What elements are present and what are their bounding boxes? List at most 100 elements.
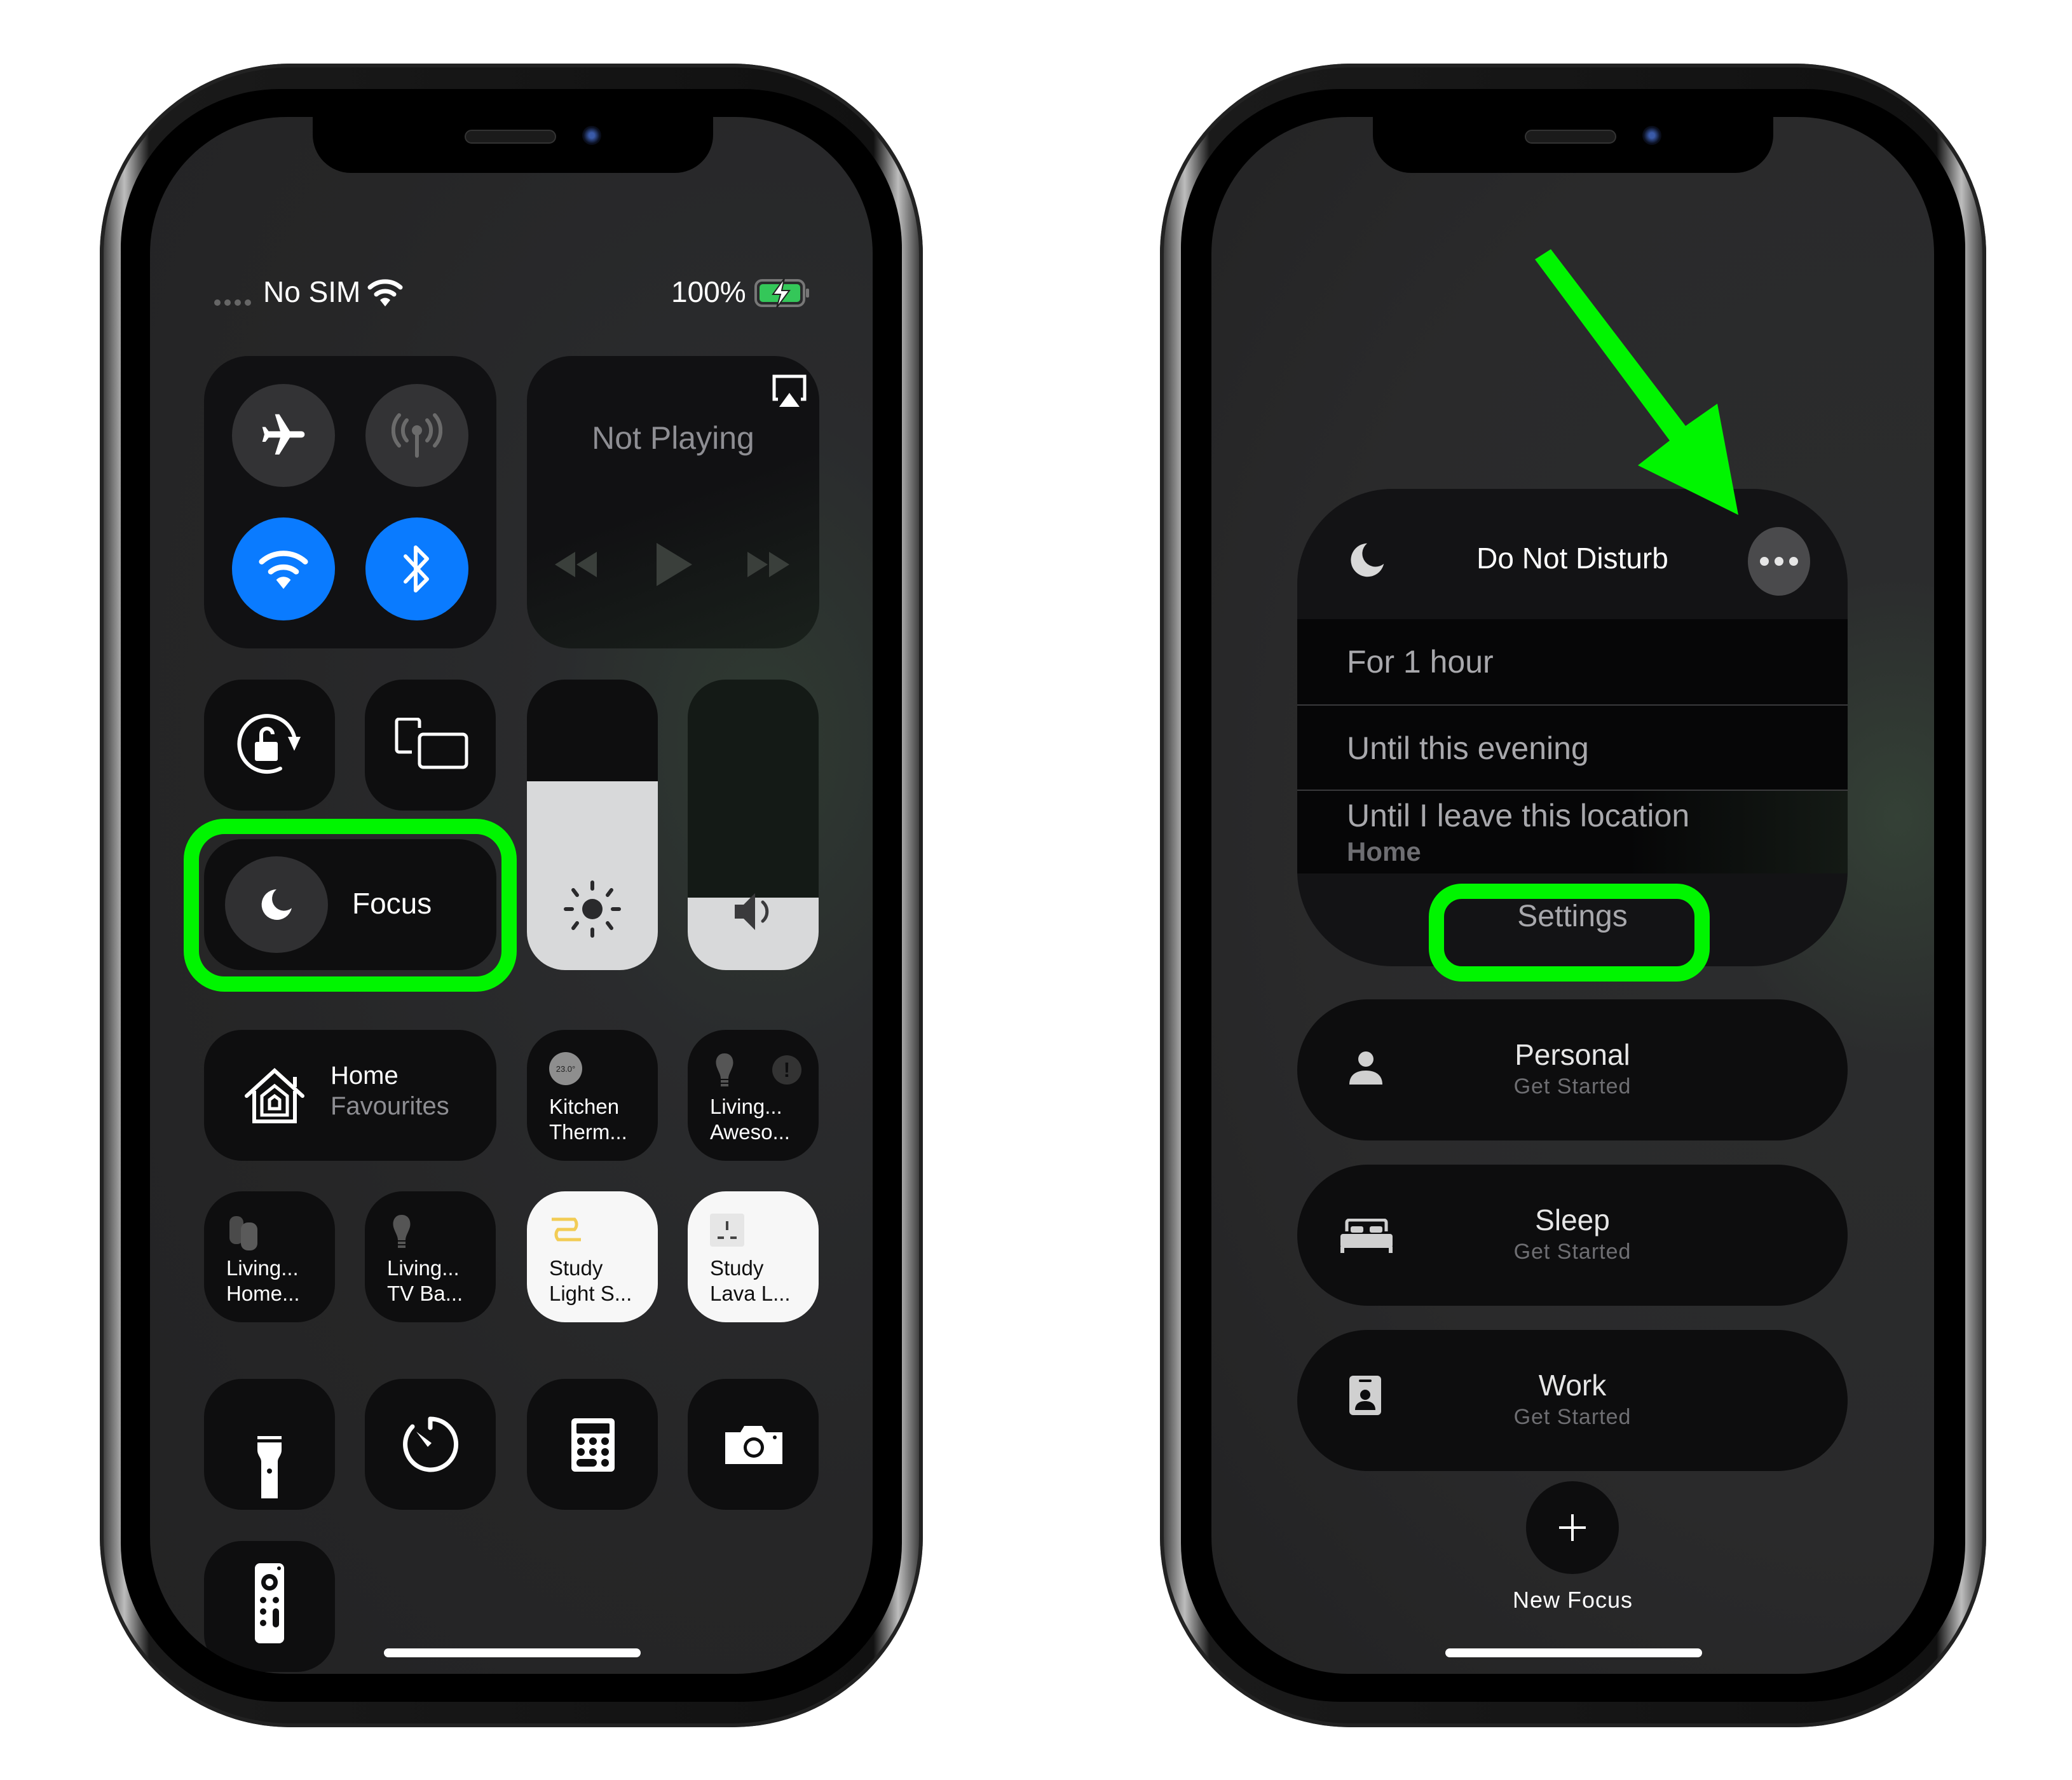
accessory-tile[interactable]: 23.0° Kitchen Therm... bbox=[527, 1030, 658, 1161]
play-icon[interactable] bbox=[654, 540, 693, 589]
timer-button[interactable] bbox=[365, 1379, 496, 1510]
thermostat-icon: 23.0° bbox=[549, 1052, 582, 1085]
wifi-icon bbox=[367, 277, 403, 308]
wifi-toggle[interactable] bbox=[232, 517, 335, 620]
accessory-line1: Living... bbox=[710, 1095, 782, 1118]
notch bbox=[313, 117, 713, 173]
apple-tv-remote-icon bbox=[255, 1563, 284, 1643]
camera-icon bbox=[723, 1425, 785, 1465]
apple-tv-remote-button[interactable] bbox=[204, 1541, 335, 1672]
wifi-icon bbox=[259, 551, 308, 589]
earpiece-speaker bbox=[465, 130, 556, 144]
screen-mirroring-button[interactable] bbox=[365, 680, 496, 811]
brightness-slider[interactable] bbox=[527, 680, 658, 970]
home-title: Home bbox=[331, 1062, 399, 1090]
accessory-line2: Home... bbox=[226, 1282, 300, 1305]
lightbulb-icon bbox=[389, 1214, 414, 1250]
notch bbox=[1373, 117, 1773, 173]
home-indicator[interactable] bbox=[384, 1648, 641, 1657]
accessory-line2: Aweso... bbox=[710, 1120, 790, 1144]
connectivity-module bbox=[204, 356, 496, 648]
cellular-data-toggle[interactable] bbox=[365, 384, 468, 487]
focus-mode-work[interactable]: Work Get Started bbox=[1297, 1330, 1848, 1471]
new-focus-button[interactable] bbox=[1526, 1481, 1619, 1574]
rewind-icon[interactable] bbox=[554, 550, 598, 579]
camera-button[interactable] bbox=[688, 1379, 819, 1510]
home-favourites-button[interactable]: Home Favourites bbox=[204, 1030, 496, 1161]
accessory-line2: TV Ba... bbox=[387, 1282, 463, 1305]
screen-mirroring-icon bbox=[394, 718, 469, 770]
homepod-icon bbox=[228, 1214, 262, 1252]
bluetooth-toggle[interactable] bbox=[365, 517, 468, 620]
airplay-icon[interactable] bbox=[772, 374, 807, 408]
orientation-lock-button[interactable] bbox=[204, 680, 335, 811]
flashlight-button[interactable] bbox=[204, 1379, 335, 1510]
new-focus-label: New Focus bbox=[1512, 1587, 1633, 1613]
focus-mode-name: Sleep bbox=[1535, 1203, 1610, 1236]
focus-mode-status: Get Started bbox=[1513, 1240, 1632, 1264]
option-label: Until I leave this location bbox=[1347, 798, 1690, 833]
home-icon bbox=[244, 1068, 305, 1124]
accessory-tile-active[interactable]: Study Lava L... bbox=[688, 1191, 819, 1322]
signal-dots-icon bbox=[214, 295, 254, 308]
fast-forward-icon[interactable] bbox=[746, 550, 791, 579]
accessory-tile-active[interactable]: Study Light S... bbox=[527, 1191, 658, 1322]
sun-icon bbox=[563, 880, 622, 938]
flashlight-icon bbox=[256, 1436, 283, 1500]
home-indicator[interactable] bbox=[1445, 1648, 1702, 1657]
left-phone-screen: No SIM 100% Not Playing Focus Home Favou… bbox=[150, 117, 873, 1674]
arrow-annotation bbox=[1535, 249, 1738, 515]
airplane-icon bbox=[262, 414, 305, 455]
option-label: Until this evening bbox=[1347, 730, 1589, 766]
airplane-mode-toggle[interactable] bbox=[232, 384, 335, 487]
option-label: For 1 hour bbox=[1347, 644, 1494, 680]
focus-mode-name: Personal bbox=[1515, 1038, 1630, 1071]
duration-option[interactable]: Until I leave this location Home bbox=[1297, 791, 1848, 873]
plus-icon bbox=[1559, 1514, 1586, 1541]
focus-mode-personal[interactable]: Personal Get Started bbox=[1297, 999, 1848, 1140]
accessory-line1: Living... bbox=[226, 1256, 299, 1280]
speaker-icon bbox=[732, 889, 777, 934]
bluetooth-icon bbox=[404, 545, 429, 592]
front-camera bbox=[1642, 126, 1661, 145]
accessory-line2: Lava L... bbox=[710, 1282, 791, 1305]
focus-mode-status: Get Started bbox=[1513, 1405, 1632, 1429]
settings-highlight-annotation bbox=[1429, 884, 1710, 982]
calculator-button[interactable] bbox=[527, 1379, 658, 1510]
focus-mode-status: Get Started bbox=[1513, 1074, 1632, 1099]
option-sublabel: Home bbox=[1347, 837, 1421, 866]
accessory-line1: Study bbox=[710, 1256, 764, 1280]
battery-percentage: 100% bbox=[671, 275, 746, 308]
accessory-tile[interactable]: Living... Home... bbox=[204, 1191, 335, 1322]
battery-charging-icon bbox=[754, 278, 811, 308]
accessory-tile[interactable]: ! Living... Aweso... bbox=[688, 1030, 819, 1161]
timer-icon bbox=[400, 1414, 461, 1475]
duration-option[interactable]: For 1 hour bbox=[1297, 619, 1848, 706]
ellipsis-icon bbox=[1760, 557, 1798, 566]
volume-slider[interactable] bbox=[688, 680, 819, 970]
carrier-label: No SIM bbox=[263, 275, 361, 308]
now-playing-module[interactable]: Not Playing bbox=[527, 356, 819, 648]
lightstrip-icon bbox=[549, 1217, 583, 1242]
accessory-line2: Therm... bbox=[549, 1120, 627, 1144]
rotation-lock-icon bbox=[236, 711, 306, 775]
brightness-fill bbox=[527, 781, 658, 970]
antenna-icon bbox=[392, 413, 442, 458]
home-subtitle: Favourites bbox=[331, 1092, 449, 1120]
more-options-button[interactable] bbox=[1748, 527, 1810, 596]
focus-highlight-annotation bbox=[184, 819, 517, 992]
accessory-line2: Light S... bbox=[549, 1282, 632, 1305]
front-camera bbox=[582, 126, 601, 145]
accessory-line1: Living... bbox=[387, 1256, 460, 1280]
alert-icon: ! bbox=[772, 1055, 801, 1085]
accessory-line1: Kitchen bbox=[549, 1095, 620, 1118]
focus-mode-sleep[interactable]: Sleep Get Started bbox=[1297, 1165, 1848, 1306]
accessory-line1: Study bbox=[549, 1256, 603, 1280]
earpiece-speaker bbox=[1525, 130, 1616, 144]
now-playing-title: Not Playing bbox=[592, 420, 754, 456]
outlet-icon bbox=[710, 1214, 744, 1247]
duration-option[interactable]: Until this evening bbox=[1297, 706, 1848, 791]
focus-mode-name: Work bbox=[1538, 1369, 1607, 1402]
accessory-tile[interactable]: Living... TV Ba... bbox=[365, 1191, 496, 1322]
lightbulb-icon bbox=[712, 1052, 737, 1089]
